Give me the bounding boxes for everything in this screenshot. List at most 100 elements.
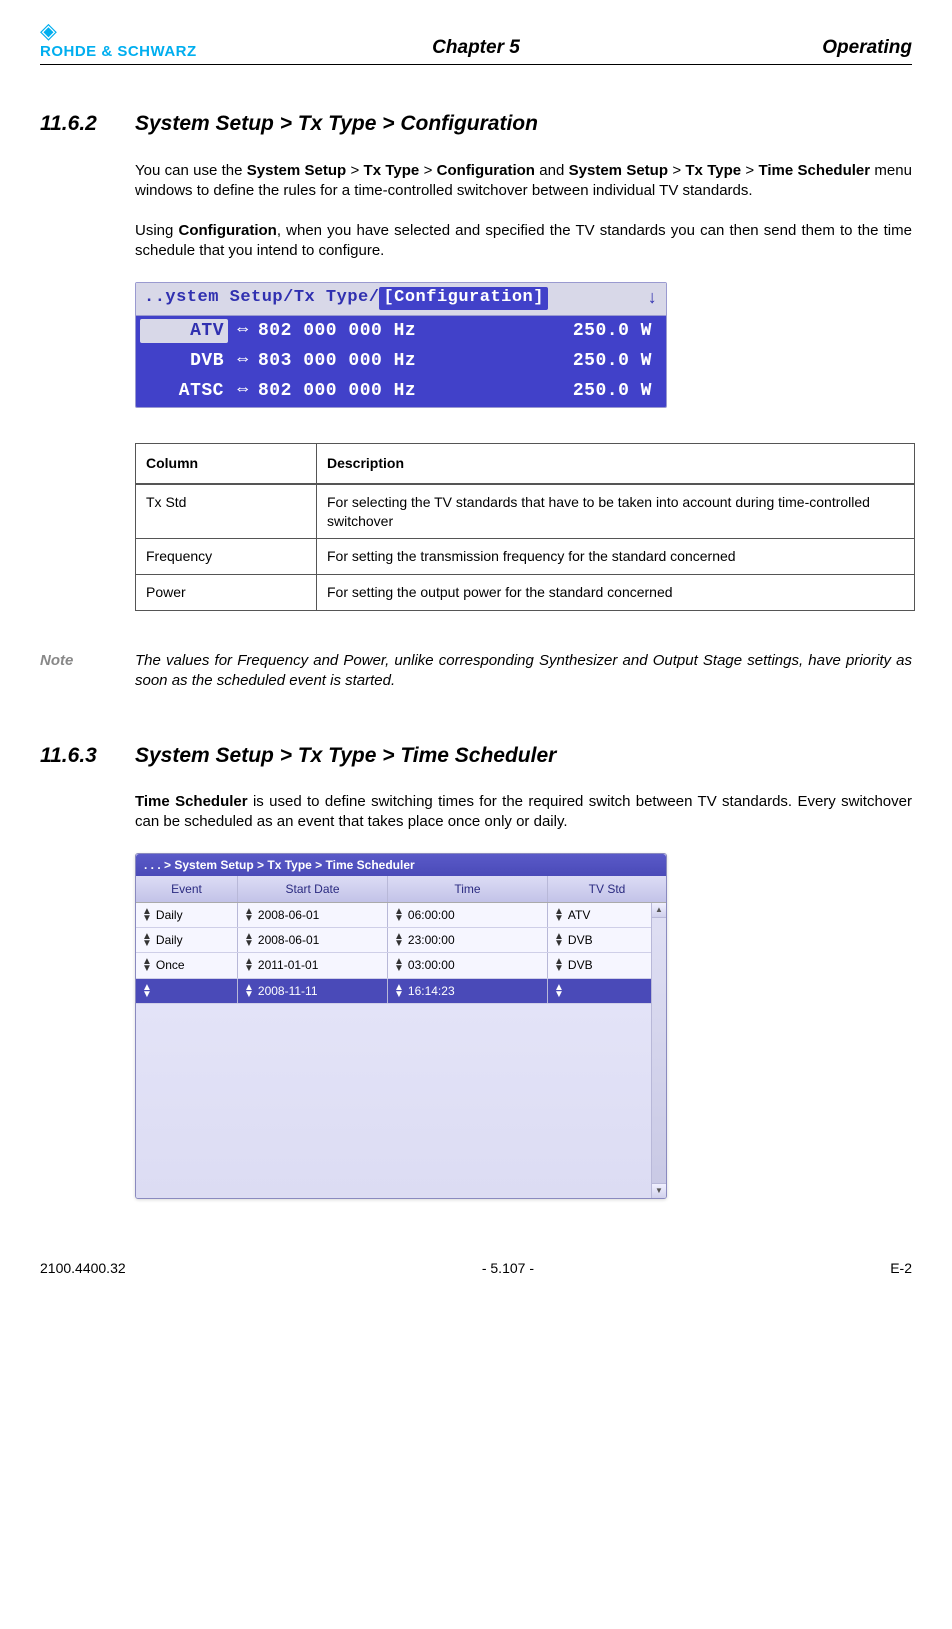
tx-std-cell[interactable]: ATV [140,319,228,343]
scheduler-row[interactable]: ▲▼▲▼2008-11-11▲▼16:14:23▲▼ [136,979,666,1004]
breadcrumb-current[interactable]: [Configuration] [379,287,548,310]
spinner-icon[interactable]: ▲▼ [244,933,254,947]
time-scheduler-header-row: Event Start Date Time TV Std [136,876,666,903]
section-1-heading: 11.6.2 System Setup > Tx Type > Configur… [40,110,912,138]
spinner-icon[interactable]: ▲▼ [554,984,564,998]
spinner-icon[interactable]: ▲▼ [244,958,254,972]
scrollbar-vertical[interactable]: ▲ ▼ [651,903,666,1198]
table-row: PowerFor setting the output power for th… [136,575,915,611]
event-cell[interactable]: ▲▼Once [136,953,238,977]
spinner-icon[interactable]: ▲▼ [244,984,254,998]
note-label: Note [40,651,135,692]
time-scheduler-body: ▲▼Daily▲▼2008-06-01▲▼06:00:00▲▼ATV▲▼Dail… [136,903,666,1198]
spinner-icon[interactable]: ▲▼ [554,908,564,922]
spinner-icon[interactable]: ▲▼ [142,908,152,922]
section-1-title: System Setup > Tx Type > Configuration [135,110,538,138]
chapter-title: Chapter 5 [250,35,702,63]
footer-right: E-2 [890,1259,912,1278]
spinner-icon[interactable]: ▲▼ [394,958,404,972]
page-header: ◈ ROHDE & SCHWARZ Chapter 5 Operating [40,20,912,65]
section-1-number: 11.6.2 [40,110,135,138]
header-right-label: Operating [702,35,912,63]
link-icon: ⇔ [228,379,258,403]
header-tv-std[interactable]: TV Std [548,876,666,902]
note-text: The values for Frequency and Power, unli… [135,651,912,692]
scroll-down-icon[interactable]: ▼ [652,1183,666,1198]
time-scheduler-screenshot: . . . > System Setup > Tx Type > Time Sc… [135,853,667,1199]
tv-std-cell[interactable]: ▲▼ATV [548,903,666,927]
column-name-cell: Tx Std [136,484,317,539]
spinner-icon[interactable]: ▲▼ [244,908,254,922]
section-2-heading: 11.6.3 System Setup > Tx Type > Time Sch… [40,742,912,770]
config-row[interactable]: ATV⇔802 000 000 Hz250.0 W [136,316,666,346]
spinner-icon[interactable]: ▲▼ [554,933,564,947]
header-start-date[interactable]: Start Date [238,876,388,902]
config-row[interactable]: DVB⇔803 000 000 Hz250.0 W [136,346,666,376]
section-2-title: System Setup > Tx Type > Time Scheduler [135,742,556,770]
tx-std-cell[interactable]: DVB [140,349,228,373]
power-cell[interactable]: 250.0 W [542,379,652,403]
brand-logo-icon: ◈ [40,20,250,42]
header-event[interactable]: Event [136,876,238,902]
time-cell[interactable]: ▲▼03:00:00 [388,953,548,977]
link-icon: ⇔ [228,349,258,373]
table-row: FrequencyFor setting the transmission fr… [136,539,915,575]
footer-center: - 5.107 - [482,1259,534,1278]
scheduler-row[interactable]: ▲▼Daily▲▼2008-06-01▲▼23:00:00▲▼DVB [136,928,666,953]
configuration-breadcrumb: ..ystem Setup/Tx Type/ [Configuration] ↓ [136,283,666,316]
section-1-para-1: You can use the System Setup > Tx Type >… [135,161,912,202]
table-row: Tx StdFor selecting the TV standards tha… [136,484,915,539]
column-description-table: Column Description Tx StdFor selecting t… [135,443,915,611]
spinner-icon[interactable]: ▲▼ [394,933,404,947]
table-header-description: Description [317,443,915,483]
start-date-cell[interactable]: ▲▼2008-06-01 [238,903,388,927]
spinner-icon[interactable]: ▲▼ [142,984,152,998]
time-cell[interactable]: ▲▼16:14:23 [388,979,548,1003]
configuration-screenshot: ..ystem Setup/Tx Type/ [Configuration] ↓… [135,282,667,408]
scroll-up-icon[interactable]: ▲ [652,903,666,918]
brand-logo: ◈ ROHDE & SCHWARZ [40,20,250,62]
header-time[interactable]: Time [388,876,548,902]
tv-std-cell[interactable]: ▲▼DVB [548,928,666,952]
spinner-icon[interactable]: ▲▼ [142,958,152,972]
section-2-number: 11.6.3 [40,742,135,770]
page-footer: 2100.4400.32 - 5.107 - E-2 [40,1259,912,1278]
time-cell[interactable]: ▲▼06:00:00 [388,903,548,927]
start-date-cell[interactable]: ▲▼2008-06-01 [238,928,388,952]
table-header-column: Column [136,443,317,483]
start-date-cell[interactable]: ▲▼2008-11-11 [238,979,388,1003]
power-cell[interactable]: 250.0 W [542,319,652,343]
column-desc-cell: For selecting the TV standards that have… [317,484,915,539]
column-desc-cell: For setting the transmission frequency f… [317,539,915,575]
frequency-cell[interactable]: 803 000 000 Hz [258,349,542,373]
link-icon: ⇔ [228,319,258,343]
tx-std-cell[interactable]: ATSC [140,379,228,403]
tv-std-cell[interactable]: ▲▼ [548,979,666,1003]
power-cell[interactable]: 250.0 W [542,349,652,373]
tv-std-cell[interactable]: ▲▼DVB [548,953,666,977]
scheduler-row[interactable]: ▲▼Once▲▼2011-01-01▲▼03:00:00▲▼DVB [136,953,666,978]
column-name-cell: Frequency [136,539,317,575]
section-2-para: Time Scheduler is used to define switchi… [135,792,912,833]
frequency-cell[interactable]: 802 000 000 Hz [258,319,542,343]
start-date-cell[interactable]: ▲▼2011-01-01 [238,953,388,977]
event-cell[interactable]: ▲▼Daily [136,928,238,952]
brand-logo-text: ROHDE & SCHWARZ [40,42,250,62]
breadcrumb-path: ..ystem Setup/Tx Type/ [144,287,379,310]
spinner-icon[interactable]: ▲▼ [554,958,564,972]
spinner-icon[interactable]: ▲▼ [394,908,404,922]
column-name-cell: Power [136,575,317,611]
frequency-cell[interactable]: 802 000 000 Hz [258,379,542,403]
time-cell[interactable]: ▲▼23:00:00 [388,928,548,952]
config-row[interactable]: ATSC⇔802 000 000 Hz250.0 W [136,376,666,406]
spinner-icon[interactable]: ▲▼ [142,933,152,947]
event-cell[interactable]: ▲▼Daily [136,903,238,927]
note-block: Note The values for Frequency and Power,… [40,651,912,692]
footer-left: 2100.4400.32 [40,1259,126,1278]
time-scheduler-titlebar: . . . > System Setup > Tx Type > Time Sc… [136,854,666,876]
spinner-icon[interactable]: ▲▼ [394,984,404,998]
event-cell[interactable]: ▲▼ [136,979,238,1003]
column-desc-cell: For setting the output power for the sta… [317,575,915,611]
dropdown-arrow-icon[interactable]: ↓ [647,287,658,311]
scheduler-row[interactable]: ▲▼Daily▲▼2008-06-01▲▼06:00:00▲▼ATV [136,903,666,928]
